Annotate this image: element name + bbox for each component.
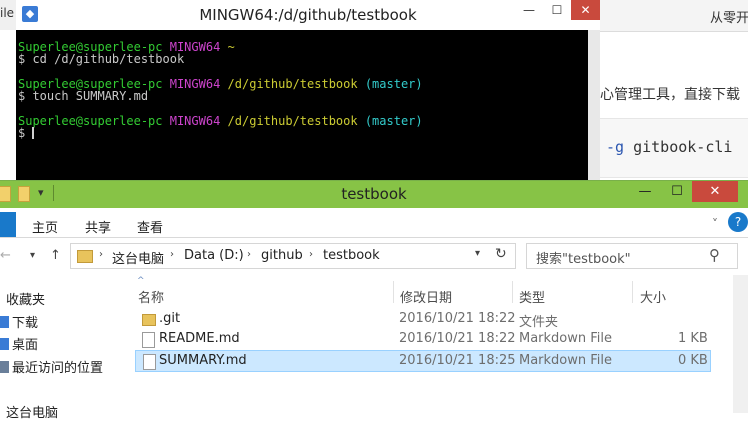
recent-places-icon [0, 361, 9, 373]
navigation-pane: 收藏夹 下载 桌面 最近访问的位置 这台电脑 [0, 275, 122, 421]
file-modified: 2016/10/21 18:25 [399, 353, 516, 368]
file-row-git[interactable]: .git 2016/10/21 18:22 文件夹 [135, 309, 709, 330]
markdown-file-icon [142, 332, 155, 348]
terminal-scrollbar[interactable] [588, 30, 600, 183]
tab-home[interactable]: 主页 [32, 217, 58, 236]
background-page-text: 心管理工具，直接下载 [600, 87, 740, 103]
file-row-summary[interactable]: SUMMARY.md 2016/10/21 18:25 Markdown Fil… [135, 350, 711, 372]
background-page-title: 从零开 [710, 11, 748, 26]
help-icon[interactable]: ? [728, 212, 748, 232]
terminal-minimize-button[interactable]: — [515, 0, 543, 20]
ribbon-expand-icon[interactable]: ˅ [712, 217, 718, 231]
refresh-icon[interactable]: ↻ [495, 246, 507, 262]
breadcrumb-data-drive[interactable]: Data (D:) [184, 248, 244, 263]
search-icon[interactable]: ⚲ [709, 246, 720, 264]
breadcrumb-testbook[interactable]: testbook [323, 248, 380, 263]
explorer-scrollbar[interactable] [733, 275, 748, 413]
column-header-type[interactable]: 类型 [519, 287, 545, 306]
folder-icon [142, 314, 156, 326]
left-window-edge: ile [0, 0, 16, 30]
nav-item-favorites[interactable]: 收藏夹 [0, 289, 45, 308]
explorer-close-button[interactable]: ✕ [692, 181, 738, 202]
tab-share[interactable]: 共享 [85, 217, 111, 236]
breadcrumb-separator-icon[interactable]: › [247, 249, 251, 260]
nav-item-recent-places[interactable]: 最近访问的位置 [0, 357, 103, 376]
terminal-window[interactable]: ◆ MINGW64:/d/github/testbook — ☐ ✕ Super… [16, 0, 600, 183]
code-text: gitbook-cli [624, 138, 733, 156]
file-tab[interactable] [0, 212, 16, 237]
terminal-cursor [32, 127, 34, 139]
breadcrumb-separator-icon[interactable]: › [309, 249, 313, 260]
terminal-titlebar[interactable]: ◆ MINGW64:/d/github/testbook — ☐ ✕ [16, 0, 600, 30]
address-dropdown-icon[interactable]: ▾ [475, 248, 480, 259]
nav-item-downloads[interactable]: 下载 [0, 312, 38, 331]
column-header-name[interactable]: 名称 [138, 287, 164, 306]
file-size: 1 KB [678, 331, 708, 346]
terminal-title: MINGW64:/d/github/testbook [199, 6, 417, 24]
folder-icon [77, 250, 93, 263]
search-input[interactable]: 搜索"testbook" [536, 248, 631, 267]
file-size: 0 KB [678, 353, 708, 368]
background-page-header: 从零开 [600, 0, 748, 32]
terminal-command-line: $ touch SUMMARY.md [18, 89, 149, 103]
column-header-modified[interactable]: 修改日期 [400, 287, 452, 306]
column-divider[interactable] [393, 281, 394, 303]
file-type: Markdown File [519, 353, 613, 368]
column-header-size[interactable]: 大小 [640, 287, 666, 306]
file-name: README.md [159, 331, 240, 346]
breadcrumb-separator-icon[interactable]: › [170, 249, 174, 260]
terminal-maximize-button[interactable]: ☐ [543, 0, 571, 20]
address-bar[interactable]: › 这台电脑 › Data (D:) › github › testbook ▾… [70, 243, 516, 269]
breadcrumb-this-pc[interactable]: 这台电脑 [112, 248, 164, 267]
search-box[interactable]: 搜索"testbook" ⚲ [526, 243, 738, 269]
column-divider[interactable] [512, 281, 513, 303]
navigation-bar: ← ▾ ↑ › 这台电脑 › Data (D:) › github › test… [0, 238, 748, 274]
downloads-icon [0, 316, 9, 328]
explorer-window[interactable]: ▾ testbook — ☐ ✕ 主页 共享 查看 ˅ ? ← ▾ ↑ › 这台… [0, 180, 748, 421]
file-modified: 2016/10/21 18:22 [399, 331, 516, 346]
file-name: SUMMARY.md [159, 353, 247, 368]
terminal-screen[interactable]: Superlee@superlee-pc MINGW64 ~ $ cd /d/g… [16, 30, 600, 183]
file-modified: 2016/10/21 18:22 [399, 311, 516, 326]
ribbon-tabs: 主页 共享 查看 ˅ ? [0, 208, 748, 238]
sort-indicator-icon: ^ [137, 276, 145, 286]
back-button[interactable]: ← [0, 248, 11, 263]
terminal-prompt-line: Superlee@superlee-pc MINGW64 /d/github/t… [18, 114, 423, 128]
explorer-minimize-button[interactable]: — [628, 181, 662, 202]
explorer-maximize-button[interactable]: ☐ [662, 181, 692, 202]
column-divider[interactable] [632, 281, 633, 303]
breadcrumb-separator-icon[interactable]: › [99, 249, 103, 260]
code-block: -g gitbook-cli [600, 118, 748, 178]
markdown-file-icon [143, 354, 156, 370]
recent-locations-dropdown[interactable]: ▾ [30, 250, 35, 261]
terminal-command-line: $ cd /d/github/testbook [18, 52, 185, 66]
terminal-close-button[interactable]: ✕ [571, 0, 600, 20]
nav-item-desktop[interactable]: 桌面 [0, 334, 38, 353]
tab-view[interactable]: 查看 [137, 217, 163, 236]
up-button[interactable]: ↑ [50, 248, 61, 263]
left-window-title: ile [0, 6, 15, 20]
file-row-readme[interactable]: README.md 2016/10/21 18:22 Markdown File… [135, 329, 709, 349]
file-type: Markdown File [519, 331, 613, 346]
breadcrumb-github[interactable]: github [261, 248, 303, 263]
file-name: .git [159, 311, 181, 326]
terminal-input-line[interactable]: $ [18, 127, 25, 140]
file-type: 文件夹 [519, 315, 559, 330]
code-flag: -g [606, 138, 625, 156]
explorer-titlebar[interactable]: ▾ testbook — ☐ ✕ [0, 181, 748, 208]
desktop-icon [0, 338, 9, 350]
